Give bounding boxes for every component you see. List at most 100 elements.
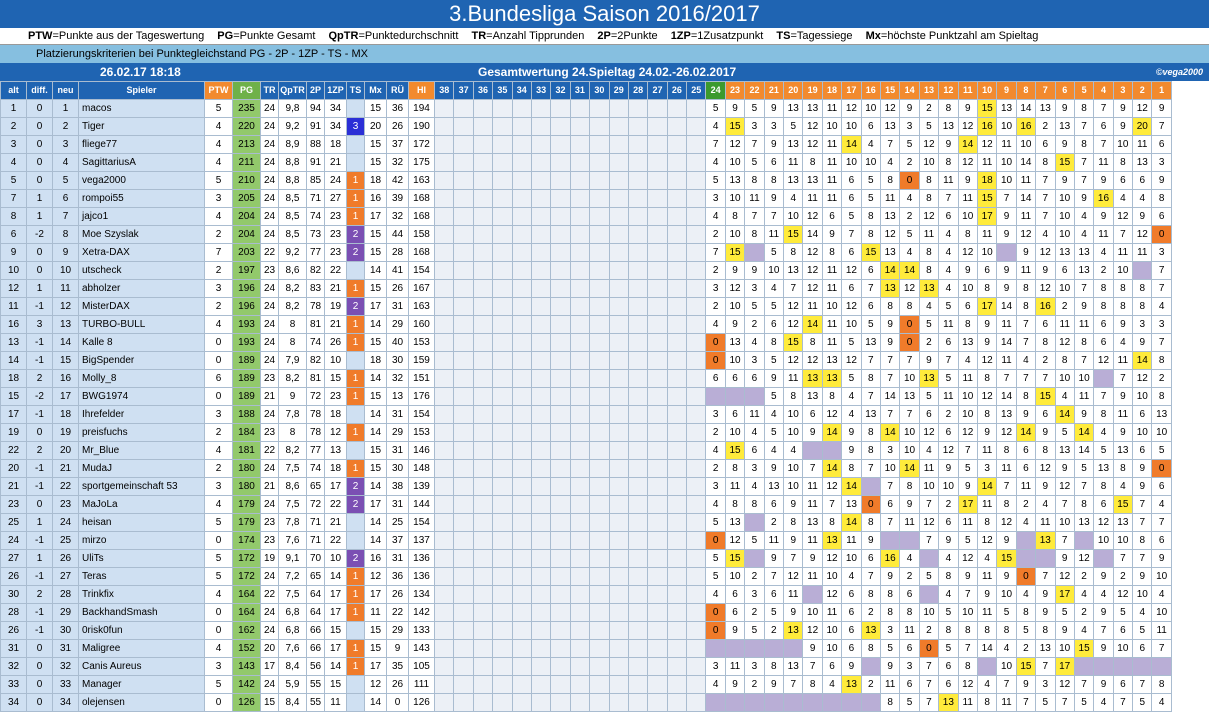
ru: 9 <box>386 639 409 658</box>
matchday-score <box>744 243 765 262</box>
matchday-cell <box>666 243 688 262</box>
mx: 11 <box>364 603 387 622</box>
matchday-score: 14 <box>841 513 862 532</box>
matchday-score: 13 <box>996 99 1017 118</box>
matchday-score: 10 <box>1112 135 1134 154</box>
matchday-cell <box>472 513 494 532</box>
matchday-cell <box>433 621 455 640</box>
matchday-score: 7 <box>1073 351 1095 370</box>
matchday-score: 7 <box>744 135 765 154</box>
matchday-cell <box>433 135 455 154</box>
ts: 1 <box>346 657 365 676</box>
2p: 78 <box>306 423 325 442</box>
matchday-cell <box>608 495 629 514</box>
hi: 172 <box>408 135 435 154</box>
matchday-score: 6 <box>1132 639 1153 658</box>
ts: 1 <box>346 387 365 406</box>
matchday-cell <box>608 513 629 532</box>
pg: 197 <box>232 261 261 280</box>
matchday-score: 9 <box>1132 567 1153 586</box>
matchday-score: 10 <box>821 297 843 316</box>
hi: 163 <box>408 297 435 316</box>
matchday-score: 10 <box>996 657 1017 676</box>
matchday-score: 3 <box>1151 243 1172 262</box>
ptw: 5 <box>204 567 233 586</box>
matchday-cell <box>608 189 629 208</box>
matchday-score: 2 <box>744 567 765 586</box>
matchday-score: 5 <box>763 243 785 262</box>
matchday-score: 13 <box>860 333 881 352</box>
matchday-cell <box>666 207 688 226</box>
matchday-score: 14 <box>899 459 920 478</box>
ts <box>346 675 365 694</box>
matchday-score: 11 <box>783 369 804 388</box>
matchday-score: 8 <box>938 567 959 586</box>
pg: 181 <box>232 441 261 460</box>
matchday-score: 14 <box>1132 351 1153 370</box>
matchday-cell <box>433 297 455 316</box>
matchday-score: 14 <box>1073 441 1095 460</box>
tr: 24 <box>260 351 279 370</box>
matchday-cell <box>433 459 455 478</box>
matchday-score: 14 <box>879 423 901 442</box>
header-matchday: 12 <box>938 81 959 100</box>
prev-rank: 16 <box>0 315 27 334</box>
matchday-cell <box>453 495 474 514</box>
matchday-score: 7 <box>1093 387 1114 406</box>
matchday-score: 11 <box>724 477 746 496</box>
matchday-score: 4 <box>1093 243 1114 262</box>
matchday-cell <box>433 675 455 694</box>
matchday-score: 8 <box>918 261 940 280</box>
header-matchday: 20 <box>783 81 804 100</box>
matchday-cell <box>627 423 649 442</box>
matchday-score: 9 <box>938 135 959 154</box>
2p: 72 <box>306 495 325 514</box>
matchday-cell <box>627 549 649 568</box>
matchday-score: 5 <box>783 117 804 136</box>
standings-table: alt diff. neu Spieler PTW PG TR QpTR 2P 1ZP TS Mx RÜ… <box>0 81 1172 712</box>
hi: 139 <box>408 477 435 496</box>
matchday-cell <box>453 243 474 262</box>
matchday-cell <box>666 477 688 496</box>
matchday-cell <box>647 657 668 676</box>
matchday-score: 11 <box>996 459 1017 478</box>
matchday-score: 9 <box>976 315 998 334</box>
matchday-cell <box>550 207 571 226</box>
matchday-cell <box>453 567 474 586</box>
matchday-score: 5 <box>763 387 785 406</box>
matchday-cell <box>511 261 532 280</box>
player-name: utscheck <box>78 261 205 280</box>
new-rank: 8 <box>52 225 79 244</box>
qptr: 9,2 <box>278 243 307 262</box>
matchday-score: 2 <box>705 423 726 442</box>
matchday-cell <box>492 495 513 514</box>
matchday-cell <box>472 477 494 496</box>
matchday-score: 13 <box>841 675 862 694</box>
matchday-score: 4 <box>841 387 862 406</box>
header-matchday: 16 <box>860 81 881 100</box>
matchday-cell <box>647 225 668 244</box>
ru: 40 <box>386 333 409 352</box>
matchday-cell <box>647 369 668 388</box>
1zp: 12 <box>324 423 347 442</box>
matchday-score: 12 <box>918 513 940 532</box>
matchday-score: 11 <box>1093 225 1114 244</box>
matchday-score: 12 <box>957 153 978 172</box>
matchday-cell <box>647 531 668 550</box>
matchday-cell <box>530 495 552 514</box>
matchday-cell <box>472 117 494 136</box>
matchday-score: 14 <box>821 423 843 442</box>
matchday-score: 5 <box>763 351 785 370</box>
matchday-cell <box>666 513 688 532</box>
matchday-score: 8 <box>938 99 959 118</box>
matchday-cell <box>472 189 494 208</box>
matchday-score: 15 <box>1073 639 1095 658</box>
matchday-score: 10 <box>1054 279 1075 298</box>
matchday-score: 5 <box>705 513 726 532</box>
matchday-score: 9 <box>860 531 881 550</box>
matchday-score: 10 <box>996 585 1017 604</box>
matchday-cell <box>530 513 552 532</box>
matchday-score: 8 <box>957 225 978 244</box>
matchday-score: 14 <box>1015 189 1037 208</box>
matchday-score: 15 <box>724 441 746 460</box>
